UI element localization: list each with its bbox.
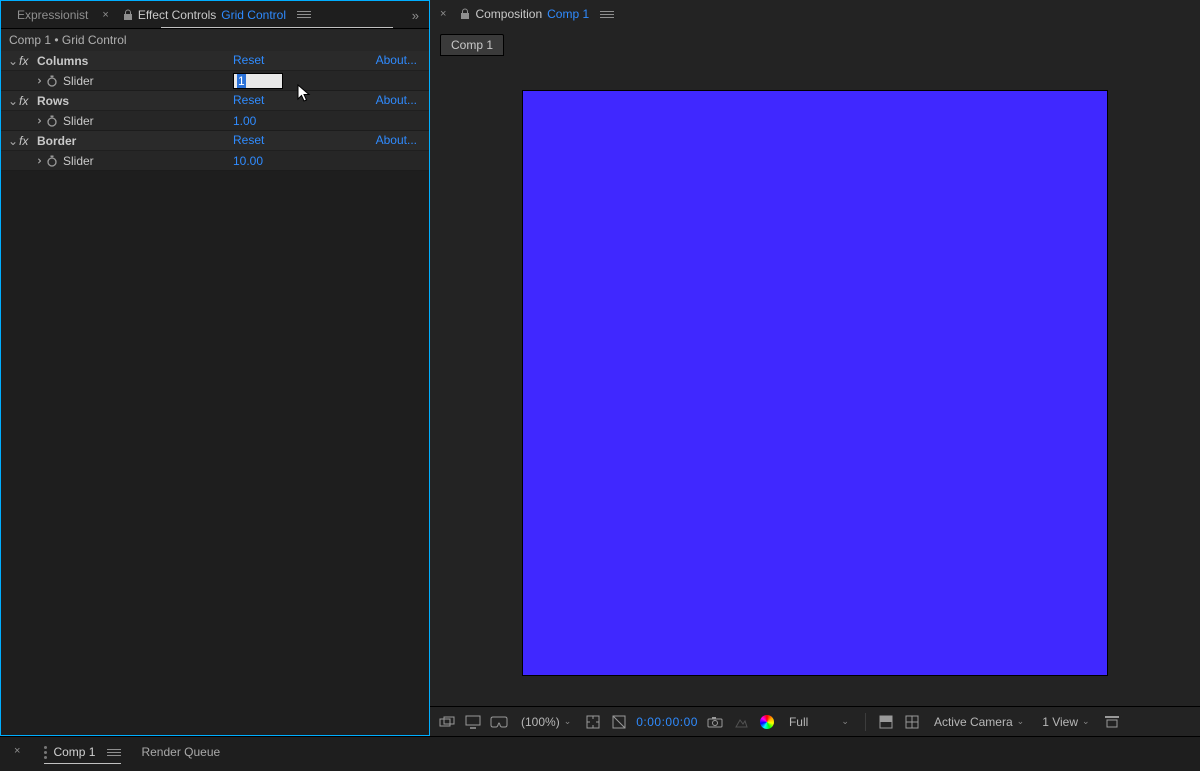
chevron-down-icon: ⌄ — [1017, 716, 1025, 727]
vr-goggles-icon[interactable] — [490, 713, 508, 731]
tab-close-icon[interactable]: × — [98, 9, 112, 21]
effect-columns-slider-row: ⌄ Slider 1 — [1, 71, 429, 91]
tab-close-icon[interactable]: × — [10, 745, 24, 757]
composition-canvas — [523, 91, 1107, 675]
twirl-down-icon[interactable]: ⌄ — [7, 134, 19, 148]
lock-icon — [460, 8, 470, 20]
chevron-down-icon: ⌄ — [1082, 716, 1090, 727]
twirl-down-icon[interactable]: ⌄ — [7, 54, 19, 68]
right-tabbar: × Composition Comp 1 — [430, 0, 1200, 28]
comp-flowchart-tab[interactable]: Comp 1 — [440, 34, 504, 56]
effect-border-slider-row: ⌄ Slider 10.00 — [1, 151, 429, 171]
timeline-tab-comp-label: Comp 1 — [53, 745, 95, 759]
twirl-right-icon[interactable]: ⌄ — [30, 115, 44, 127]
timecode[interactable]: 0:00:00:00 — [636, 715, 698, 729]
tab-composition-label: Composition — [475, 7, 542, 21]
effect-list: ⌄ fx Columns Reset About... ⌄ Slider 1 ⌄… — [1, 51, 429, 171]
stopwatch-icon[interactable] — [45, 114, 59, 128]
panel-menu-icon[interactable] — [600, 7, 614, 21]
transparency-grid-icon[interactable] — [610, 713, 628, 731]
timeline-tab-comp[interactable]: Comp 1 — [44, 745, 121, 764]
effect-header-border[interactable]: ⌄ fx Border Reset About... — [1, 131, 429, 151]
zoom-dropdown[interactable]: (100%) ⌄ — [516, 712, 576, 732]
stopwatch-icon[interactable] — [45, 154, 59, 168]
tab-expressionist[interactable]: Expressionist — [7, 4, 98, 26]
about-link[interactable]: About... — [376, 93, 417, 107]
zoom-value: (100%) — [521, 715, 560, 729]
effect-name: Border — [37, 134, 76, 148]
stopwatch-icon[interactable] — [45, 74, 59, 88]
twirl-right-icon[interactable]: ⌄ — [30, 155, 44, 167]
resolution-dropdown[interactable]: Full ⌄ — [784, 712, 854, 732]
maximize-panel-icon[interactable] — [1103, 713, 1121, 731]
toggle-pixel-aspect-icon[interactable] — [438, 713, 456, 731]
tab-effect-controls-layer: Grid Control — [221, 8, 286, 22]
slider-label: Slider — [63, 74, 94, 88]
views-dropdown[interactable]: 1 View ⌄ — [1037, 712, 1094, 732]
color-management-icon[interactable] — [758, 713, 776, 731]
lock-icon — [123, 9, 133, 21]
panel-menu-icon[interactable] — [107, 745, 121, 759]
drag-grip-icon — [44, 746, 47, 759]
resolution-value: Full — [789, 715, 808, 729]
grid-guides-icon[interactable] — [903, 713, 921, 731]
views-value: 1 View — [1042, 715, 1078, 729]
twirl-down-icon[interactable]: ⌄ — [7, 94, 19, 108]
overflow-tabs-icon[interactable]: » — [412, 8, 419, 23]
comp-flowchart-tabbar: Comp 1 — [430, 28, 1200, 56]
effect-name: Columns — [37, 54, 88, 68]
camera-dropdown[interactable]: Active Camera ⌄ — [929, 712, 1029, 732]
camera-value: Active Camera — [934, 715, 1013, 729]
chevron-down-icon: ⌄ — [841, 716, 849, 727]
fx-icon[interactable]: fx — [19, 134, 37, 148]
timeline-tab-renderqueue[interactable]: Render Queue — [141, 745, 220, 763]
effect-header-rows[interactable]: ⌄ fx Rows Reset About... — [1, 91, 429, 111]
tab-composition-compname: Comp 1 — [547, 7, 589, 21]
effect-controls-panel: Expressionist × Effect Controls Grid Con… — [0, 0, 430, 736]
slider-value[interactable]: 10.00 — [233, 154, 263, 168]
tab-expressionist-label: Expressionist — [17, 8, 88, 22]
timeline-tab-renderqueue-label: Render Queue — [141, 745, 220, 759]
fx-icon[interactable]: fx — [19, 94, 37, 108]
reset-link[interactable]: Reset — [233, 93, 264, 107]
slider-value-input[interactable]: 1 — [233, 73, 283, 89]
reset-link[interactable]: Reset — [233, 133, 264, 147]
composition-viewer[interactable] — [440, 66, 1190, 700]
tab-composition[interactable]: Composition Comp 1 — [450, 3, 624, 25]
viewer-toolbar: (100%) ⌄ 0:00:00:00 Full ⌄ — [430, 706, 1200, 736]
effect-name: Rows — [37, 94, 69, 108]
show-snapshot-icon[interactable] — [732, 713, 750, 731]
left-tabbar: Expressionist × Effect Controls Grid Con… — [1, 1, 429, 29]
slider-label: Slider — [63, 114, 94, 128]
panel-menu-icon[interactable] — [297, 8, 311, 22]
twirl-right-icon[interactable]: ⌄ — [30, 75, 44, 87]
exposure-icon[interactable] — [877, 713, 895, 731]
fx-icon[interactable]: fx — [19, 54, 37, 68]
breadcrumb: Comp 1 • Grid Control — [1, 29, 429, 51]
snapshot-icon[interactable] — [706, 713, 724, 731]
region-of-interest-icon[interactable] — [584, 713, 602, 731]
about-link[interactable]: About... — [376, 133, 417, 147]
timeline-tabbar: × Comp 1 Render Queue — [0, 736, 1200, 771]
about-link[interactable]: About... — [376, 53, 417, 67]
effect-rows-slider-row: ⌄ Slider 1.00 — [1, 111, 429, 131]
effect-header-columns[interactable]: ⌄ fx Columns Reset About... — [1, 51, 429, 71]
composition-panel: × Composition Comp 1 Comp 1 — [430, 0, 1200, 736]
slider-label: Slider — [63, 154, 94, 168]
slider-value[interactable]: 1.00 — [233, 114, 256, 128]
tab-close-icon[interactable]: × — [436, 8, 450, 20]
tab-effect-controls-label: Effect Controls — [138, 8, 216, 22]
active-tab-underline — [161, 27, 393, 28]
monitor-icon[interactable] — [464, 713, 482, 731]
tab-effect-controls[interactable]: Effect Controls Grid Control — [113, 4, 321, 26]
chevron-down-icon: ⌄ — [564, 716, 572, 727]
reset-link[interactable]: Reset — [233, 53, 264, 67]
separator — [865, 713, 866, 731]
